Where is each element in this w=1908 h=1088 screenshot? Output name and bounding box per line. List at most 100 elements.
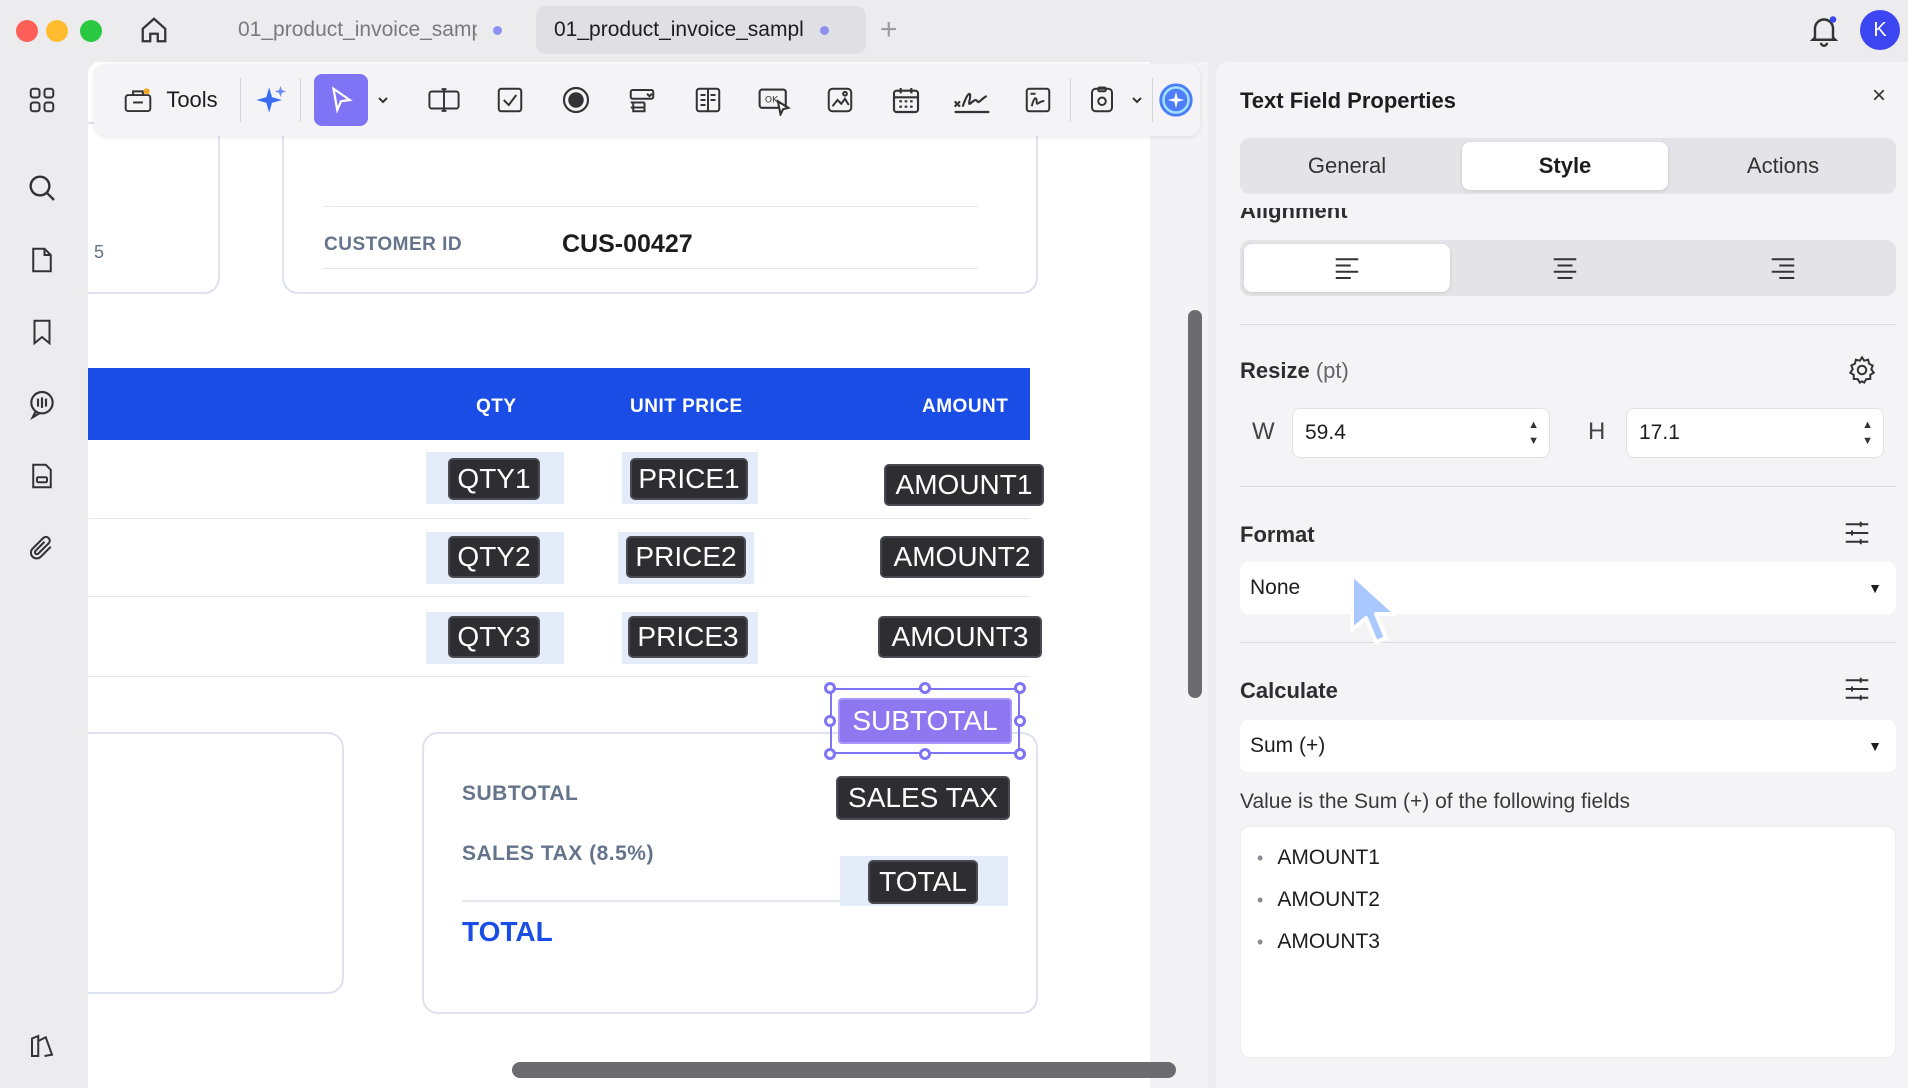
toolbar: Tools OK	[94, 64, 1200, 136]
form-field-subtotal[interactable]: SUBTOTAL	[838, 698, 1012, 744]
form-field-total[interactable]: TOTAL	[868, 860, 978, 904]
calculate-label: Calculate	[1240, 678, 1338, 703]
form-field-amount3[interactable]: AMOUNT3	[878, 616, 1042, 658]
properties-panel: Text Field Properties × General Style Ac…	[1216, 62, 1908, 1088]
sliders-icon[interactable]	[1842, 674, 1872, 704]
home-icon[interactable]	[136, 12, 172, 48]
format-dropdown[interactable]: None ▼	[1240, 562, 1896, 614]
pdf-page: 5 CUSTOMER ID CUS-00427 QTY UNIT PRICE A…	[88, 62, 1150, 1088]
push-button-icon[interactable]: OK	[752, 74, 796, 126]
form-field-amount1[interactable]: AMOUNT1	[884, 464, 1044, 506]
bookmark-icon[interactable]	[24, 314, 60, 350]
form-field-price3[interactable]: PRICE3	[628, 616, 748, 658]
width-stepper[interactable]: ▲ ▼	[1528, 417, 1539, 449]
height-stepper[interactable]: ▲ ▼	[1862, 417, 1873, 449]
list-box-icon[interactable]	[686, 74, 730, 126]
width-input[interactable]: 59.4 ▲ ▼	[1292, 408, 1550, 458]
form-recognition-icon[interactable]	[1080, 74, 1124, 126]
panel-tabs: General Style Actions	[1240, 138, 1896, 194]
customer-id-value: CUS-00427	[562, 230, 693, 258]
tab-actions[interactable]: Actions	[1680, 142, 1886, 190]
divider	[324, 268, 978, 269]
resize-handle[interactable]	[1014, 748, 1026, 760]
notes-card	[88, 732, 344, 994]
form-field-amount2[interactable]: AMOUNT2	[880, 536, 1044, 578]
vertical-scrollbar[interactable]	[1188, 310, 1202, 698]
toolbox-icon	[125, 88, 152, 113]
tab-label: 01_product_invoice_sample.pdf	[554, 18, 804, 41]
text-field-icon[interactable]	[422, 74, 466, 126]
bell-icon[interactable]	[1806, 12, 1842, 48]
partial-info-card: 5	[88, 122, 220, 294]
tab-document-1[interactable]: 01_product_invoice_sample.pdf	[220, 6, 520, 54]
horizontal-scrollbar[interactable]	[512, 1062, 1176, 1078]
attachment-icon[interactable]	[24, 530, 60, 566]
form-field-qty1[interactable]: QTY1	[448, 458, 540, 500]
align-right-icon[interactable]	[1680, 244, 1886, 292]
calculate-description: Value is the Sum (+) of the following fi…	[1240, 790, 1631, 813]
digital-signature-icon[interactable]	[1016, 74, 1060, 126]
settings-gear-icon[interactable]	[1846, 354, 1878, 386]
page-icon[interactable]	[24, 242, 60, 278]
tab-document-2[interactable]: 01_product_invoice_sample.pdf	[536, 6, 866, 54]
form-field-price1[interactable]: PRICE1	[630, 458, 748, 500]
avatar[interactable]: K	[1860, 10, 1900, 50]
row-divider	[88, 676, 1030, 677]
alignment-selector	[1240, 240, 1896, 296]
resize-handle[interactable]	[1014, 715, 1026, 727]
form-field-qty3[interactable]: QTY3	[448, 616, 540, 658]
close-icon[interactable]: ×	[1872, 82, 1886, 110]
resize-handle[interactable]	[919, 748, 931, 760]
chevron-down-icon[interactable]	[1126, 74, 1148, 126]
panel-toggle-icon[interactable]	[24, 1028, 60, 1064]
close-window-button[interactable]	[16, 20, 38, 42]
left-sidebar	[0, 60, 84, 1088]
form-field-qty2[interactable]: QTY2	[448, 536, 540, 578]
sliders-icon[interactable]	[1842, 518, 1872, 548]
radio-button-icon[interactable]	[554, 74, 598, 126]
form-field-sales-tax[interactable]: SALES TAX	[836, 776, 1010, 820]
resize-handle[interactable]	[824, 748, 836, 760]
search-icon[interactable]	[24, 170, 60, 206]
alignment-label: Alignment	[1240, 198, 1348, 223]
new-tab-button[interactable]: +	[880, 12, 898, 48]
toolbar-divider	[240, 78, 241, 122]
resize-handle[interactable]	[919, 682, 931, 694]
format-label: Format	[1240, 522, 1315, 547]
document-canvas: 5 CUSTOMER ID CUS-00427 QTY UNIT PRICE A…	[88, 62, 1208, 1088]
list-item[interactable]: AMOUNT3	[1257, 921, 1879, 963]
align-left-icon[interactable]	[1244, 244, 1450, 292]
divider	[1240, 486, 1896, 487]
date-field-icon[interactable]	[884, 74, 928, 126]
tools-button[interactable]: Tools	[110, 74, 230, 126]
form-field-price2[interactable]: PRICE2	[626, 536, 746, 578]
align-center-icon[interactable]	[1462, 244, 1668, 292]
ai-assistant-icon[interactable]	[1154, 74, 1198, 126]
divider	[1240, 324, 1896, 325]
signature-icon[interactable]	[950, 74, 994, 126]
tab-style[interactable]: Style	[1462, 142, 1668, 190]
calculate-dropdown[interactable]: Sum (+) ▼	[1240, 720, 1896, 772]
zoom-window-button[interactable]	[80, 20, 102, 42]
select-tool-button[interactable]	[314, 74, 368, 126]
resize-handle[interactable]	[1014, 682, 1026, 694]
grid-icon[interactable]	[24, 82, 60, 118]
resize-handle[interactable]	[824, 715, 836, 727]
title-bar: 01_product_invoice_sample.pdf 01_product…	[0, 0, 1908, 60]
form-fields-icon[interactable]	[24, 458, 60, 494]
combo-box-icon[interactable]	[620, 74, 664, 126]
comment-icon[interactable]	[24, 386, 60, 422]
height-input[interactable]: 17.1 ▲ ▼	[1626, 408, 1884, 458]
image-field-icon[interactable]	[818, 74, 862, 126]
minimize-window-button[interactable]	[46, 20, 68, 42]
chevron-down-icon[interactable]	[370, 74, 396, 126]
toolbar-divider	[1152, 78, 1153, 122]
ai-sparkle-icon[interactable]	[250, 74, 294, 126]
resize-handle[interactable]	[824, 682, 836, 694]
list-item[interactable]: AMOUNT2	[1257, 879, 1879, 921]
tab-general[interactable]: General	[1244, 142, 1450, 190]
height-label: H	[1588, 418, 1606, 445]
list-item[interactable]: AMOUNT1	[1257, 837, 1879, 879]
checkbox-icon[interactable]	[488, 74, 532, 126]
format-value: None	[1250, 576, 1301, 599]
